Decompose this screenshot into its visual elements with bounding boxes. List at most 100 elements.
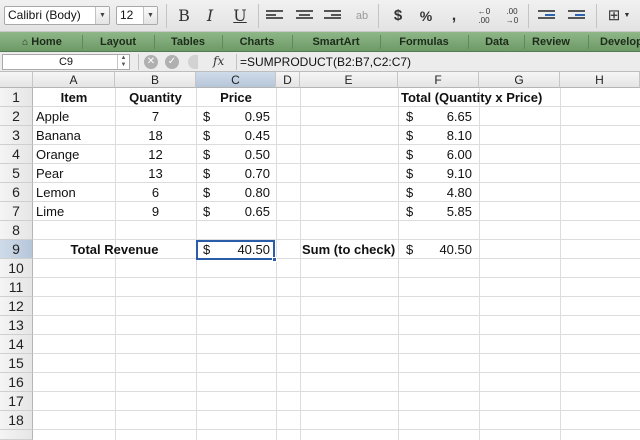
align-left-icon[interactable] bbox=[266, 10, 283, 22]
column-header-c[interactable]: C bbox=[196, 72, 276, 88]
price-cell[interactable]: 0.65 bbox=[196, 202, 270, 221]
column-header-h[interactable]: H bbox=[560, 72, 640, 88]
italic-button[interactable]: I bbox=[198, 5, 222, 27]
row-header-11[interactable]: 11 bbox=[0, 278, 33, 297]
tab-layout[interactable]: Layout bbox=[86, 32, 150, 52]
row-header-17[interactable]: 17 bbox=[0, 392, 33, 411]
chevron-down-icon[interactable]: ▼ bbox=[143, 7, 157, 24]
row-header-4[interactable]: 4 bbox=[0, 145, 33, 164]
total-revenue-label-cell[interactable]: Total Revenue bbox=[33, 240, 196, 259]
increase-decimal-icon[interactable]: ←0.00 bbox=[472, 5, 496, 27]
bold-button[interactable]: B bbox=[172, 5, 196, 27]
header-item-cell[interactable]: Item bbox=[33, 88, 115, 107]
increase-indent-icon[interactable] bbox=[568, 10, 585, 22]
tab-review[interactable]: Review bbox=[528, 32, 574, 52]
column-header-g[interactable]: G bbox=[479, 72, 560, 88]
align-center-icon[interactable] bbox=[296, 10, 313, 22]
row-header-2[interactable]: 2 bbox=[0, 107, 33, 126]
tab-formulas[interactable]: Formulas bbox=[384, 32, 464, 52]
comma-style-button[interactable]: , bbox=[442, 5, 466, 27]
column-header-b[interactable]: B bbox=[115, 72, 196, 88]
formula-toggle-icon[interactable] bbox=[188, 55, 198, 69]
total-cell[interactable]: 4.80 bbox=[398, 183, 472, 202]
header-price-cell[interactable]: Price bbox=[196, 88, 276, 107]
sum-check-cell[interactable]: 40.50 bbox=[398, 240, 472, 259]
chevron-down-icon[interactable]: ▼ bbox=[620, 5, 634, 27]
function-icon[interactable]: fx bbox=[213, 54, 224, 68]
grid-line bbox=[560, 88, 561, 440]
column-header-a[interactable]: A bbox=[33, 72, 115, 88]
column-header-f[interactable]: F bbox=[398, 72, 479, 88]
row-header-7[interactable]: 7 bbox=[0, 202, 33, 221]
quantity-cell[interactable]: 7 bbox=[115, 107, 196, 126]
tab-smartart-label: SmartArt bbox=[312, 36, 360, 48]
row-header-8[interactable]: 8 bbox=[0, 221, 33, 240]
font-size-select[interactable]: 12 ▼ bbox=[116, 6, 158, 25]
tab-developer[interactable]: Develop bbox=[600, 32, 640, 52]
header-total-cell[interactable]: Total (Quantity x Price) bbox=[401, 88, 542, 107]
row-header-13[interactable]: 13 bbox=[0, 316, 33, 335]
tab-charts[interactable]: Charts bbox=[226, 32, 288, 52]
total-cell[interactable]: 6.65 bbox=[398, 107, 472, 126]
name-box[interactable]: C9 ▲ ▼ bbox=[2, 54, 130, 70]
currency-button[interactable]: $ bbox=[386, 5, 410, 27]
row-header-14[interactable]: 14 bbox=[0, 335, 33, 354]
total-cell[interactable]: 6.00 bbox=[398, 145, 472, 164]
quantity-cell[interactable]: 12 bbox=[115, 145, 196, 164]
item-cell[interactable]: Lemon bbox=[36, 183, 76, 202]
header-quantity-cell[interactable]: Quantity bbox=[115, 88, 196, 107]
row-header-3[interactable]: 3 bbox=[0, 126, 33, 145]
price-cell[interactable]: 0.50 bbox=[196, 145, 270, 164]
decrease-decimal-icon[interactable]: .00 →0 bbox=[500, 5, 524, 27]
text-orientation-icon[interactable]: ab bbox=[350, 5, 374, 27]
row-header-9[interactable]: 9 bbox=[0, 240, 33, 259]
quantity-cell[interactable]: 6 bbox=[115, 183, 196, 202]
row-header-6[interactable]: 6 bbox=[0, 183, 33, 202]
price-cell[interactable]: 0.95 bbox=[196, 107, 270, 126]
tab-tables[interactable]: Tables bbox=[158, 32, 218, 52]
total-cell[interactable]: 5.85 bbox=[398, 202, 472, 221]
item-cell[interactable]: Orange bbox=[36, 145, 79, 164]
quantity-cell[interactable]: 18 bbox=[115, 126, 196, 145]
row-header-18[interactable]: 18 bbox=[0, 411, 33, 430]
row-header-19[interactable] bbox=[0, 430, 33, 440]
spreadsheet-grid[interactable]: A B C D E F G H 1 2 3 4 5 6 7 8 9 10 11 … bbox=[0, 72, 640, 440]
quantity-cell[interactable]: 13 bbox=[115, 164, 196, 183]
row-header-5[interactable]: 5 bbox=[0, 164, 33, 183]
price-cell[interactable]: 0.70 bbox=[196, 164, 270, 183]
select-all-corner[interactable] bbox=[0, 72, 33, 88]
cancel-icon[interactable]: ✕ bbox=[144, 55, 158, 69]
item-cell[interactable]: Apple bbox=[36, 107, 69, 126]
name-box-spinner-icon[interactable]: ▲ ▼ bbox=[117, 55, 129, 69]
total-cell[interactable]: 9.10 bbox=[398, 164, 472, 183]
item-cell[interactable]: Pear bbox=[36, 164, 63, 183]
tab-home[interactable]: ⌂ Home bbox=[6, 32, 78, 52]
price-cell[interactable]: 0.45 bbox=[196, 126, 270, 145]
row-header-1[interactable]: 1 bbox=[0, 88, 33, 107]
underline-button[interactable]: U bbox=[228, 5, 252, 27]
row-header-16[interactable]: 16 bbox=[0, 373, 33, 392]
row-header-12[interactable]: 12 bbox=[0, 297, 33, 316]
row-label: 13 bbox=[8, 317, 24, 333]
column-header-e[interactable]: E bbox=[300, 72, 398, 88]
align-right-icon[interactable] bbox=[324, 10, 341, 22]
chevron-down-icon[interactable]: ▼ bbox=[95, 7, 109, 24]
item-cell[interactable]: Banana bbox=[36, 126, 81, 145]
percent-button[interactable]: % bbox=[414, 5, 438, 27]
decrease-indent-icon[interactable] bbox=[538, 10, 555, 22]
check-icon[interactable]: ✓ bbox=[165, 55, 179, 69]
tab-data[interactable]: Data bbox=[472, 32, 522, 52]
formula-input[interactable]: =SUMPRODUCT(B2:B7,C2:C7) bbox=[240, 55, 411, 69]
quantity-cell[interactable]: 9 bbox=[115, 202, 196, 221]
total-cell[interactable]: 8.10 bbox=[398, 126, 472, 145]
sum-check-label-cell[interactable]: Sum (to check) bbox=[302, 240, 395, 259]
price-cell[interactable]: 0.80 bbox=[196, 183, 270, 202]
font-name-select[interactable]: Calibri (Body) ▼ bbox=[4, 6, 110, 25]
row-header-10[interactable]: 10 bbox=[0, 259, 33, 278]
toolbar-divider bbox=[258, 4, 259, 28]
fill-handle[interactable] bbox=[272, 257, 277, 262]
column-header-d[interactable]: D bbox=[276, 72, 300, 88]
item-cell[interactable]: Lime bbox=[36, 202, 64, 221]
row-header-15[interactable]: 15 bbox=[0, 354, 33, 373]
tab-smartart[interactable]: SmartArt bbox=[296, 32, 376, 52]
